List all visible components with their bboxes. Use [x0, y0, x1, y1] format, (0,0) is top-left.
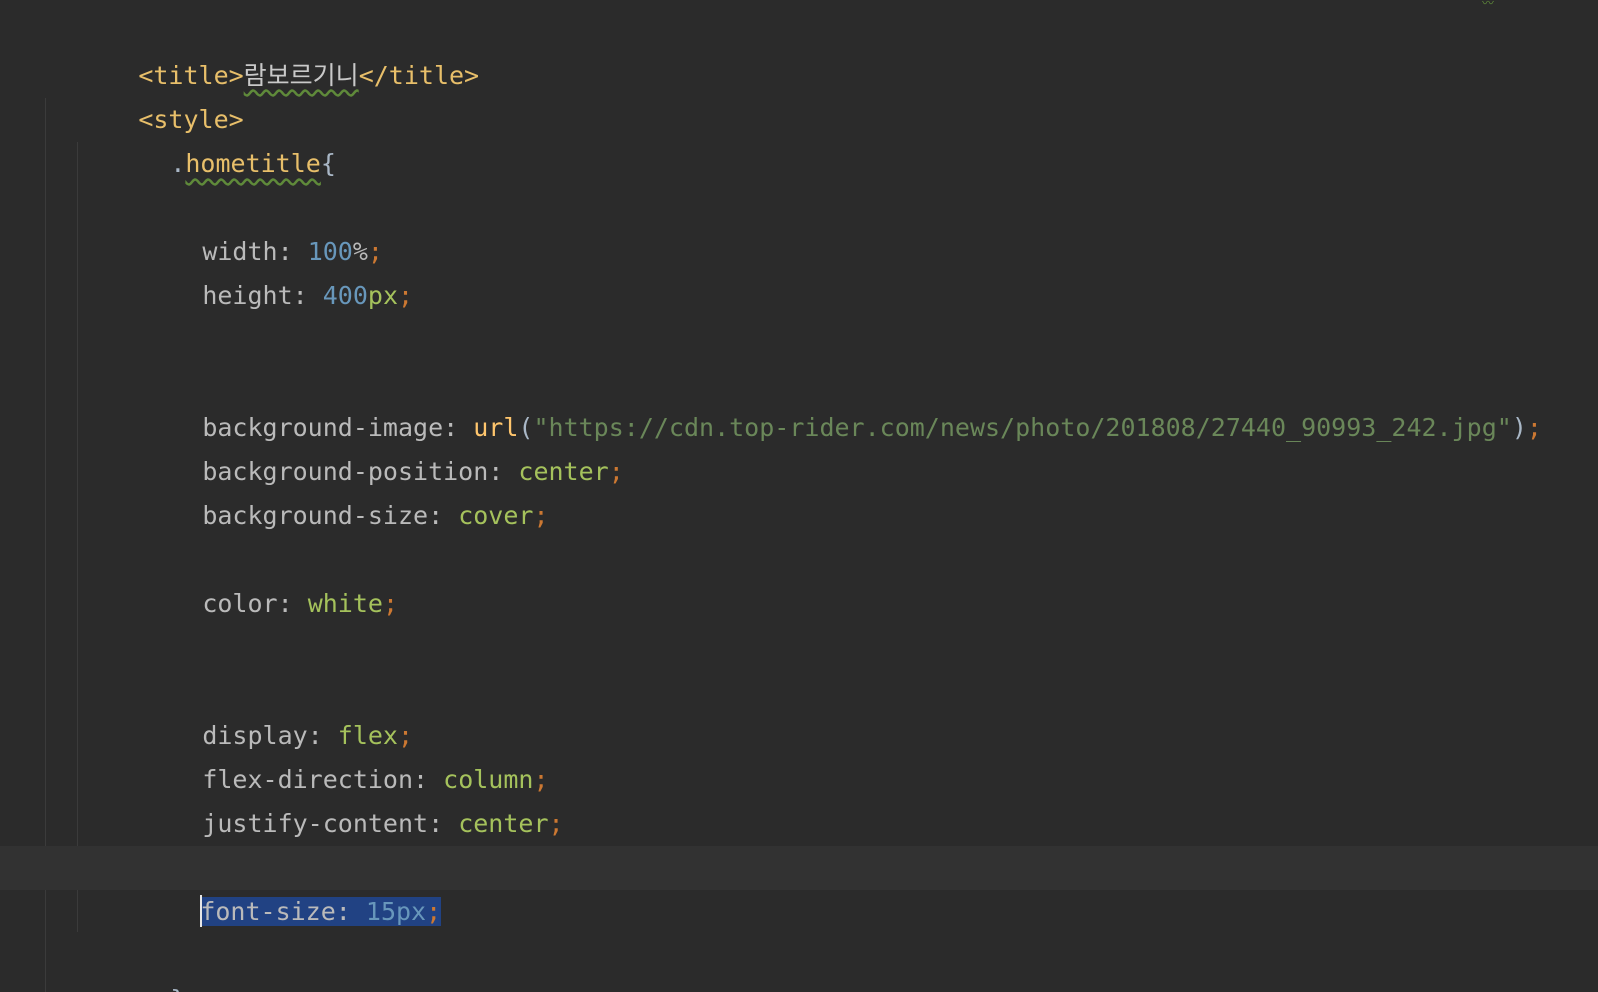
code-line-selector[interactable]: .hometitle{ [0, 98, 1598, 178]
selector-open-brace: { [320, 149, 336, 178]
value-color: white [307, 589, 383, 618]
prop-font-size: font-size [200, 897, 336, 926]
value-height-number: 400 [322, 281, 368, 310]
rule-close-brace: } [170, 985, 185, 992]
code-editor[interactable]: 〰 <title>람보르기니</title> <style> .hometitl… [0, 0, 1598, 992]
code-line-title[interactable]: <title>람보르기니</title> [0, 10, 1598, 90]
code-line-height[interactable]: height: 400px; [0, 230, 1598, 310]
code-line-justify-content[interactable]: justify-content: center; [0, 758, 1598, 838]
code-line-close-brace[interactable]: } [0, 934, 1598, 992]
selector-dot: . [170, 149, 186, 178]
code-line-background-size[interactable]: background-size: cover; [0, 450, 1598, 530]
prop-background-size: background-size [202, 501, 429, 530]
colon: : [428, 501, 459, 530]
selection-range[interactable]: font-size: 15px; [200, 897, 442, 926]
colon: : [335, 897, 366, 926]
value-font-size-unit: px [396, 897, 427, 926]
code-line-font-size[interactable]: font-size: 15px; [0, 846, 1598, 927]
code-line-flex-direction[interactable]: flex-direction: column; [0, 714, 1598, 794]
prop-color: color [202, 589, 278, 618]
text-caret [200, 895, 203, 927]
semicolon: ; [426, 897, 442, 926]
code-line-color[interactable]: color: white; [0, 538, 1598, 618]
code-line-width[interactable]: width: 100%; [0, 186, 1598, 266]
colon: : [277, 589, 308, 618]
warning-squiggle-icon: 〰 [1482, 0, 1504, 6]
colon: : [292, 281, 323, 310]
code-line-style-open[interactable]: <style> [0, 54, 1598, 134]
code-line-background-position[interactable]: background-position: center; [0, 406, 1598, 486]
code-line-align-items[interactable]: align-items: center; [0, 802, 1598, 882]
selector-name: hometitle [185, 149, 321, 178]
value-height-unit: px [367, 281, 398, 310]
code-line-background-image[interactable]: background-image: url("https://cdn.top-r… [0, 362, 1598, 442]
prop-height: height [202, 281, 293, 310]
semicolon: ; [398, 281, 414, 310]
semicolon: ; [533, 501, 549, 530]
value-background-size: cover [458, 501, 534, 530]
value-font-size-number: 15 [365, 897, 396, 926]
code-line-display[interactable]: display: flex; [0, 670, 1598, 750]
semicolon: ; [382, 589, 399, 618]
